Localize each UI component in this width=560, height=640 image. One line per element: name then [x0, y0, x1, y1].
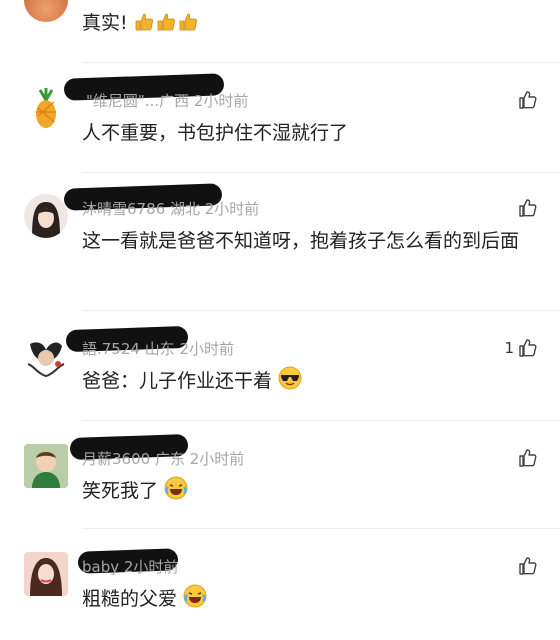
thumbs-up-icon — [519, 91, 537, 109]
comment-meta: 月薪3600 广东 2小时前 — [82, 450, 245, 468]
thumbs-up-icon — [519, 199, 537, 217]
like-button[interactable]: 1 — [504, 338, 538, 358]
comment-meta: "维尼圆"...广西 2小时前 — [86, 92, 249, 110]
sunglasses-emoji-icon — [278, 366, 302, 399]
thumbs-up-icon — [519, 557, 537, 575]
laughing-crying-emoji-icon — [183, 584, 207, 617]
thumbs-up-icon — [519, 449, 537, 467]
divider — [82, 528, 560, 529]
divider — [82, 172, 560, 173]
like-count: 1 — [504, 339, 514, 357]
like-button[interactable] — [514, 90, 538, 110]
avatar[interactable] — [24, 0, 68, 22]
like-button[interactable] — [514, 556, 538, 576]
thumbs-up-emoji-icon — [134, 10, 200, 41]
avatar[interactable] — [24, 86, 68, 130]
avatar[interactable] — [24, 552, 68, 596]
avatar[interactable] — [24, 334, 68, 378]
comment-meta: 沐晴雪6786 湖北 2小时前 — [82, 200, 260, 218]
avatar[interactable] — [24, 444, 68, 488]
avatar[interactable] — [24, 194, 68, 238]
comment-text: 笑死我了 — [82, 476, 542, 509]
comment-text: 人不重要，书包护住不湿就行了 — [82, 122, 349, 144]
divider — [82, 62, 560, 63]
thumbs-up-icon — [519, 339, 537, 357]
comment-text: 粗糙的父爱 — [82, 584, 542, 617]
comment-text: 真实! — [82, 8, 542, 41]
divider — [82, 420, 560, 421]
comment-text: 爸爸：儿子作业还干着 — [82, 366, 542, 399]
divider — [82, 310, 560, 311]
like-button[interactable] — [514, 198, 538, 218]
comment-text: 这一看就是爸爸不知道呀，抱着孩子怎么看的到后面 — [82, 230, 520, 252]
like-button[interactable] — [514, 448, 538, 468]
laughing-crying-emoji-icon — [164, 476, 188, 509]
comment-meta: 語.7524 山东 2小时前 — [82, 340, 235, 358]
comment-meta: baby 2小时前 — [82, 558, 179, 576]
